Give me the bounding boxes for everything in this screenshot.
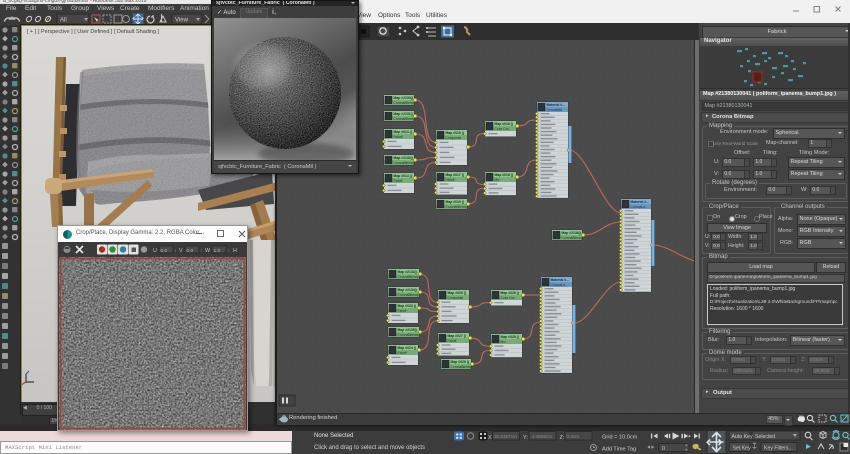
- svg-text:CoronaBitmap: CoronaBitmap: [398, 275, 419, 279]
- svg-text:Map #025 (): Map #025 (): [448, 291, 466, 295]
- svg-text:Map #024 (): Map #024 (): [398, 346, 416, 350]
- svg-text:Map #028 (): Map #028 (): [501, 335, 519, 339]
- svg-text:0.0: 0.0: [161, 248, 168, 254]
- svg-text:Falloff: Falloff: [398, 351, 407, 355]
- svg-text:CoronaBitmap: CoronaBitmap: [562, 236, 583, 240]
- svg-text:Falloff: Falloff: [448, 339, 457, 343]
- svg-text:Map #2130(): Map #2130(): [394, 96, 413, 100]
- svg-text:Material #...: Material #...: [547, 103, 566, 107]
- svg-text:Map #2132(): Map #2132(): [394, 156, 413, 160]
- svg-text:Map #023 (): Map #023 (): [398, 304, 416, 308]
- svg-text:Falloff: Falloff: [394, 135, 403, 139]
- svg-text:View: View: [175, 18, 189, 24]
- svg-text:CoronaBitmap: CoronaBitmap: [446, 205, 467, 209]
- svg-text:Grid = 10.0cm: Grid = 10.0cm: [602, 435, 638, 441]
- svg-text:CoronaBitmap: CoronaBitmap: [394, 161, 415, 165]
- svg-text:Color Cor...: Color Cor...: [495, 127, 512, 131]
- svg-text:Set Key: Set Key: [733, 446, 752, 452]
- svg-text:Map #026 (): Map #026 (): [501, 291, 519, 295]
- svg-text:CoronaMtl: CoronaMtl: [547, 108, 562, 112]
- svg-text:-3.4686cm: -3.4686cm: [531, 434, 553, 439]
- svg-text:W: W: [205, 248, 211, 254]
- svg-text:Map #017 (): Map #017 (): [446, 173, 464, 177]
- svg-text:Material #...: Material #...: [631, 200, 650, 204]
- svg-text:Map #2131(): Map #2131(): [394, 112, 413, 116]
- svg-text:Map #2136(): Map #2136(): [562, 231, 581, 235]
- svg-text:0: 0: [662, 446, 665, 452]
- svg-text:Map #013 (): Map #013 (): [394, 130, 412, 134]
- svg-text:Key Filters...: Key Filters...: [764, 446, 793, 452]
- svg-text:Map #018 (): Map #018 (): [495, 173, 513, 177]
- svg-text:Falloff: Falloff: [446, 178, 455, 182]
- svg-text:CoronaBitmap: CoronaBitmap: [398, 293, 419, 297]
- svg-text:Map #015 (): Map #015 (): [446, 131, 464, 135]
- svg-text:Y:: Y:: [523, 435, 528, 441]
- svg-text:0.0: 0.0: [187, 248, 194, 254]
- svg-text:All: All: [60, 18, 67, 24]
- svg-text:CoronaLa...: CoronaLa...: [551, 283, 568, 287]
- svg-text:↕: ↕: [227, 248, 230, 254]
- svg-text:35.8367cm: 35.8367cm: [494, 434, 517, 439]
- svg-text:Selected: Selected: [755, 434, 775, 440]
- svg-text:Map #019 (): Map #019 (): [446, 200, 464, 204]
- svg-text:U: U: [153, 248, 157, 254]
- svg-text:Map #029 (): Map #029 (): [451, 360, 469, 364]
- svg-text:Map #2133(): Map #2133(): [398, 270, 417, 274]
- svg-text:CoronaBitmap: CoronaBitmap: [394, 101, 415, 105]
- svg-text:Map #2134(): Map #2134(): [398, 288, 417, 292]
- svg-text:Mix: Mix: [495, 178, 500, 182]
- svg-text:V: V: [179, 248, 183, 254]
- svg-text:Add Time Tag: Add Time Tag: [602, 447, 636, 453]
- svg-text:CoronaBitmap: CoronaBitmap: [394, 117, 415, 121]
- svg-text:Map #016 (): Map #016 (): [495, 122, 513, 126]
- svg-text:Z:: Z:: [560, 435, 565, 441]
- svg-text:Falloff: Falloff: [398, 309, 407, 313]
- svg-text:Mix: Mix: [501, 340, 506, 344]
- svg-text:0.0cm: 0.0cm: [567, 434, 580, 439]
- svg-text:Map #014 (): Map #014 (): [394, 174, 412, 178]
- svg-text:Composite: Composite: [448, 296, 464, 300]
- svg-text:CoronaLa...: CoronaLa...: [631, 205, 648, 209]
- svg-text:Material #...: Material #...: [551, 278, 570, 282]
- svg-text:↕: ↕: [174, 248, 177, 254]
- svg-text:CoronaBitmap: CoronaBitmap: [398, 333, 419, 337]
- svg-text:Color Cor...: Color Cor...: [501, 296, 518, 300]
- svg-text:Map #027 (): Map #027 (): [448, 334, 466, 338]
- svg-text:H: H: [233, 248, 237, 254]
- svg-text:Auto Key: Auto Key: [732, 434, 753, 440]
- svg-text:1.0: 1.0: [214, 248, 221, 254]
- svg-text:Falloff: Falloff: [394, 179, 403, 183]
- svg-text:↕: ↕: [200, 248, 203, 254]
- svg-text:CoronaBitmap: CoronaBitmap: [451, 365, 472, 369]
- svg-text:Map #2135(): Map #2135(): [398, 328, 417, 332]
- svg-text:Composite: Composite: [446, 136, 462, 140]
